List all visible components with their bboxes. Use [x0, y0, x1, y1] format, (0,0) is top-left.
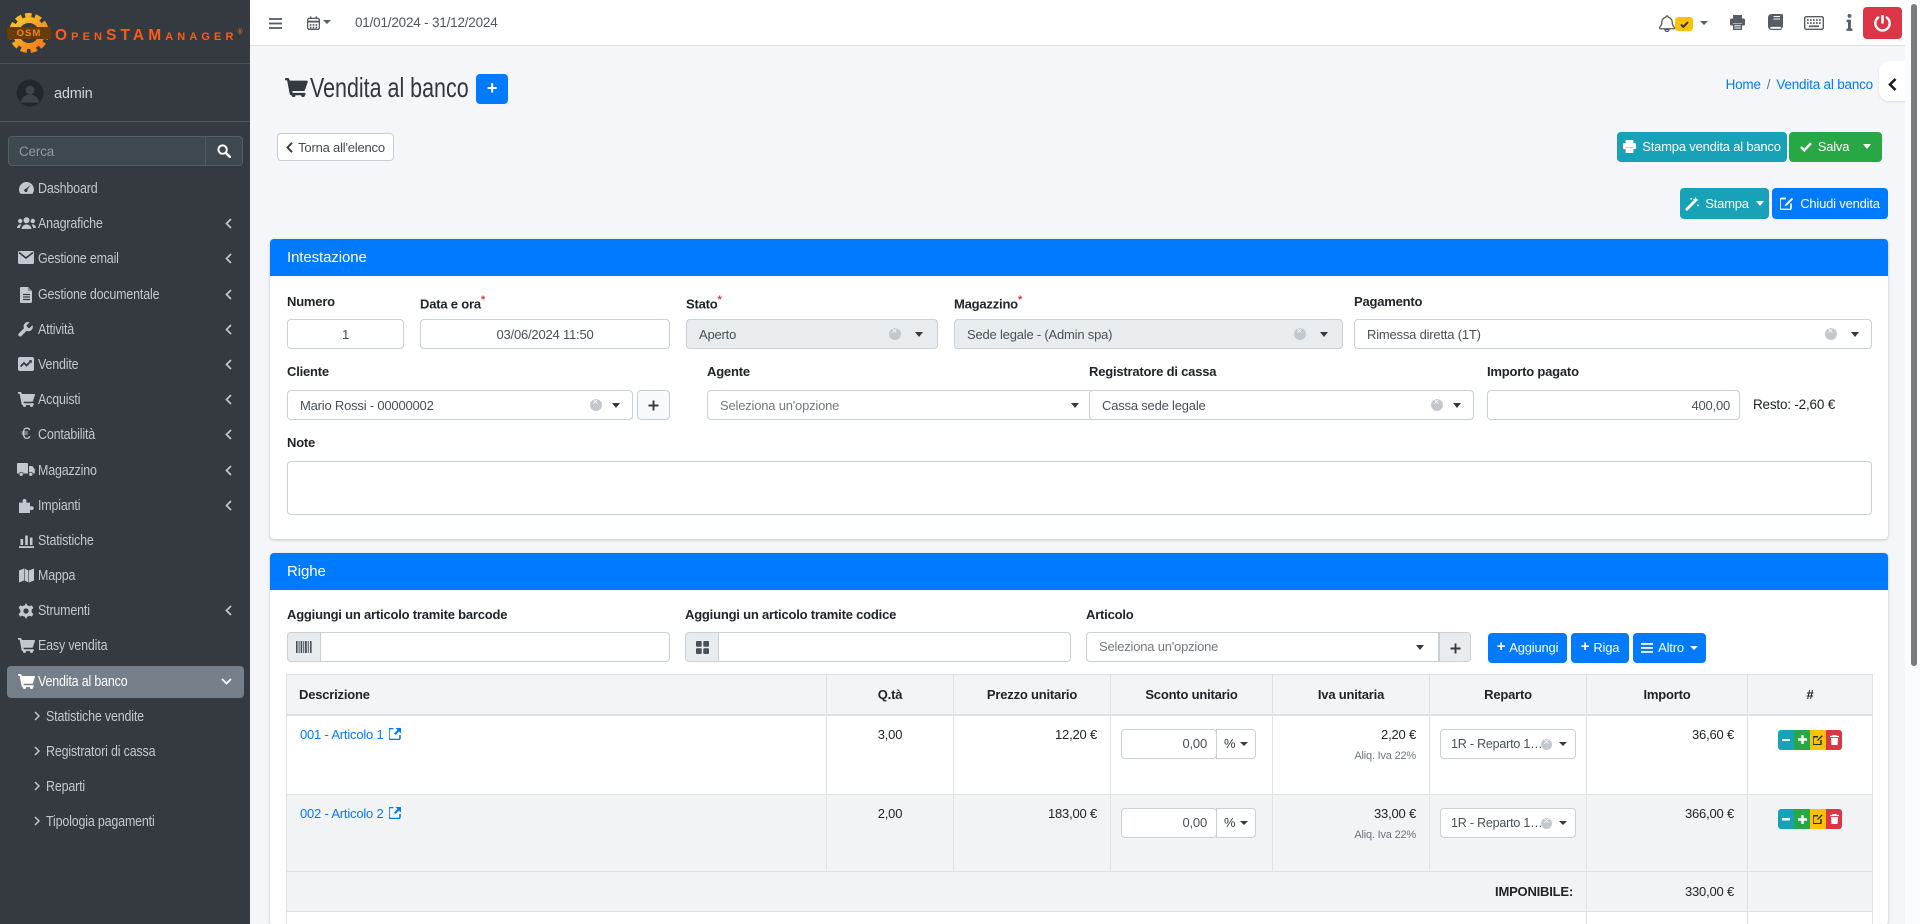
svg-text:OSM: OSM — [17, 28, 42, 39]
